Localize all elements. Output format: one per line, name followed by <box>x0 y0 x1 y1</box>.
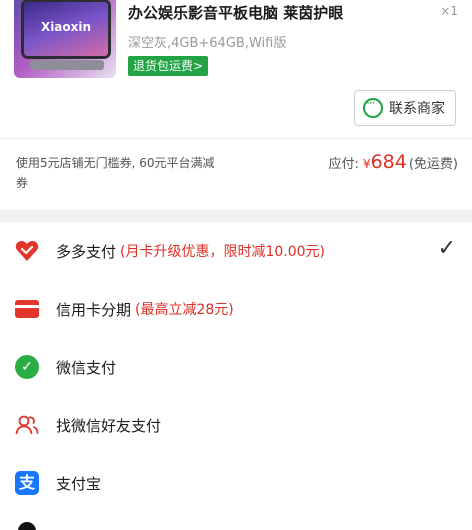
coupon-info: 使用5元店铺无门槛券, 60元平台满减券 <box>16 156 215 190</box>
product-spec: 深空灰,4GB+64GB,Wifi版 <box>128 36 287 51</box>
payable-label: 应付: <box>328 157 359 172</box>
order-summary: 使用5元店铺无门槛券, 60元平台满减券 应付: ¥ 684 (免运费) <box>0 138 472 210</box>
product-card[interactable]: Xiaoxin 办公娱乐影音平板电脑 莱茵护眼 ×1 深空灰,4GB+64GB,… <box>0 0 472 88</box>
product-title: 办公娱乐影音平板电脑 莱茵护眼 <box>128 4 344 22</box>
chat-icon <box>363 96 383 118</box>
heart-icon <box>14 238 40 264</box>
selected-check-icon: ✓ <box>437 236 456 261</box>
thumbnail-brand-text: Xiaoxin <box>40 20 92 34</box>
product-quantity: ×1 <box>440 4 458 18</box>
product-thumbnail[interactable]: Xiaoxin <box>14 0 116 78</box>
partial-icon-bottom <box>18 522 36 530</box>
payment-label: 多多支付 <box>56 242 117 261</box>
payment-label: 微信支付 <box>56 358 117 377</box>
payment-method-wechat[interactable]: ✓ 微信支付 <box>0 338 472 396</box>
payment-label: 信用卡分期 <box>56 300 132 319</box>
contact-row: 联系商家 <box>0 88 472 138</box>
payable-amount: 应付: ¥ 684 (免运费) <box>329 151 458 173</box>
payment-promo: (月卡升级优惠，限时减10.00元) <box>120 244 326 260</box>
keyboard-base <box>30 60 104 70</box>
payment-label: 找微信好友支付 <box>56 416 162 435</box>
payment-label: 支付宝 <box>56 474 102 493</box>
payment-method-list: 多多支付 (月卡升级优惠，限时减10.00元) ✓ 信用卡分期 (最高立减28元… <box>0 222 472 512</box>
amount-value: 684 <box>370 151 407 173</box>
return-shipping-badge[interactable]: 退货包运费> <box>128 56 209 76</box>
payment-method-wechat-friend[interactable]: 找微信好友支付 <box>0 396 472 454</box>
section-divider <box>0 210 472 222</box>
payment-promo: (最高立减28元) <box>135 302 234 318</box>
payment-method-alipay[interactable]: 支 支付宝 <box>0 454 472 512</box>
payment-method-duoduo[interactable]: 多多支付 (月卡升级优惠，限时减10.00元) ✓ <box>0 222 472 280</box>
contact-merchant-label: 联系商家 <box>389 101 445 117</box>
contact-merchant-button[interactable]: 联系商家 <box>354 90 456 126</box>
payment-method-credit-card[interactable]: 信用卡分期 (最高立减28元) <box>0 280 472 338</box>
friends-icon <box>14 412 40 438</box>
credit-card-icon <box>14 296 40 322</box>
currency-symbol: ¥ <box>362 157 371 171</box>
alipay-icon: 支 <box>14 470 40 496</box>
tablet-screen: Xiaoxin <box>24 2 108 56</box>
shipping-note: (免运费) <box>408 157 458 172</box>
wechat-icon: ✓ <box>14 354 40 380</box>
